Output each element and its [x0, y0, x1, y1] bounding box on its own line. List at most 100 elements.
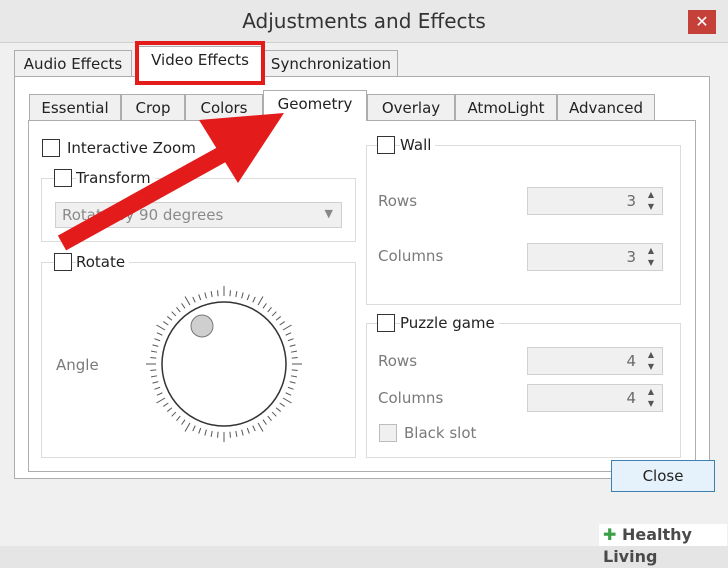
dial-tick: [204, 429, 207, 436]
dial-tick: [166, 407, 173, 412]
dial-tick: [287, 386, 294, 390]
dial-tick: [267, 306, 272, 313]
transform-label: Transform: [76, 169, 155, 187]
spin-up-icon[interactable]: ▲: [644, 245, 658, 257]
dial-tick: [181, 419, 186, 425]
tab-synchronization[interactable]: Synchronization: [264, 50, 398, 77]
dial-tick: [151, 375, 158, 378]
dial-tick: [246, 294, 250, 301]
dial-tick: [217, 431, 219, 438]
tab-label: Crop: [135, 99, 171, 117]
dial-tick: [151, 350, 158, 353]
dial-tick: [154, 386, 161, 390]
dial-tick: [246, 427, 250, 434]
dial-tick: [290, 375, 297, 378]
dial-tick: [150, 357, 157, 359]
dial-tick: [192, 296, 196, 303]
puzzle-rows-value: 4: [626, 352, 636, 370]
interactive-zoom-label: Interactive Zoom: [67, 139, 196, 157]
dial-tick: [271, 311, 277, 317]
dial-tick: [241, 429, 244, 436]
wall-checkbox[interactable]: [377, 136, 395, 154]
transform-checkbox[interactable]: [54, 169, 72, 187]
interactive-zoom-checkbox[interactable]: [42, 139, 60, 157]
dial-tick: [163, 321, 169, 326]
tab-label: Synchronization: [270, 55, 392, 73]
dial-tick: [184, 296, 191, 306]
dial-tick: [152, 381, 159, 384]
dial-tick: [262, 303, 267, 309]
dial-tick: [217, 290, 219, 297]
dial-tick: [282, 324, 292, 331]
tab-advanced[interactable]: Advanced: [557, 94, 655, 121]
dial-tick: [176, 306, 181, 313]
spin-up-icon[interactable]: ▲: [644, 349, 658, 361]
dial-tick: [262, 419, 267, 425]
dial-knob[interactable]: [190, 314, 214, 338]
transform-select[interactable]: Rotate by 90 degrees ▼: [55, 202, 342, 228]
black-slot-checkbox[interactable]: [379, 424, 397, 442]
tab-label: Audio Effects: [23, 55, 123, 73]
spin-up-icon[interactable]: ▲: [644, 386, 658, 398]
tab-label: AtmoLight: [467, 99, 545, 117]
puzzle-checkbox[interactable]: [377, 314, 395, 332]
dial-tick: [210, 430, 213, 437]
close-icon[interactable]: ✕: [688, 10, 716, 34]
spin-down-icon[interactable]: ▼: [644, 398, 658, 410]
tab-audio-effects[interactable]: Audio Effects: [14, 50, 132, 77]
puzzle-columns-stepper[interactable]: 4 ▲ ▼: [527, 384, 663, 412]
dial-tick: [257, 296, 264, 306]
dial-tick: [171, 311, 177, 317]
wall-group: [366, 145, 681, 305]
puzzle-rows-label: Rows: [378, 352, 418, 370]
spin-down-icon[interactable]: ▼: [644, 201, 658, 213]
puzzle-rows-stepper[interactable]: 4 ▲ ▼: [527, 347, 663, 375]
dial-tick: [257, 422, 264, 432]
dial-tick: [192, 425, 196, 432]
wall-rows-stepper[interactable]: 3 ▲ ▼: [527, 187, 663, 215]
dial-tick: [291, 357, 298, 359]
tab-essential[interactable]: Essential: [29, 94, 121, 121]
angle-label: Angle: [56, 356, 99, 374]
spin-down-icon[interactable]: ▼: [644, 361, 658, 373]
dial-tick: [291, 369, 298, 371]
close-button[interactable]: Close: [611, 460, 715, 492]
dial-tick: [229, 431, 231, 438]
dial-tick: [235, 430, 238, 437]
dial-tick: [198, 427, 202, 434]
angle-dial[interactable]: [144, 284, 304, 444]
wall-rows-value: 3: [626, 192, 636, 210]
dial-tick: [156, 392, 163, 396]
dial-tick: [154, 338, 161, 342]
dial-tick: [285, 332, 292, 336]
tab-colors[interactable]: Colors: [185, 94, 263, 121]
dial-tick: [204, 292, 207, 299]
dial-tick: [176, 415, 181, 422]
puzzle-columns-label: Columns: [378, 389, 444, 407]
tab-geometry[interactable]: Geometry: [263, 90, 367, 121]
spin-down-icon[interactable]: ▼: [644, 257, 658, 269]
rotate-checkbox[interactable]: [54, 253, 72, 271]
spin-up-icon[interactable]: ▲: [644, 189, 658, 201]
chevron-down-icon: ▼: [324, 207, 333, 220]
dial-tick: [275, 407, 282, 412]
title-bar: Adjustments and Effects ✕: [0, 0, 728, 42]
dial-tick: [156, 324, 166, 331]
dial-tick: [156, 332, 163, 336]
dial-tick: [156, 397, 166, 404]
black-slot-label: Black slot: [404, 424, 477, 442]
wall-columns-stepper[interactable]: 3 ▲ ▼: [527, 243, 663, 271]
puzzle-label: Puzzle game: [400, 314, 499, 332]
tab-overlay[interactable]: Overlay: [367, 94, 455, 121]
tab-atmolight[interactable]: AtmoLight: [455, 94, 557, 121]
tab-label: Geometry: [277, 95, 353, 113]
wall-label: Wall: [400, 136, 436, 154]
dial-tick: [271, 411, 277, 417]
video-effects-highlight: [135, 41, 265, 85]
tab-crop[interactable]: Crop: [121, 94, 185, 121]
dial-tick: [184, 422, 191, 432]
dial-tick: [279, 321, 285, 326]
tab-label: Overlay: [381, 99, 441, 117]
dial-tick: [252, 296, 256, 303]
dial-tick: [241, 292, 244, 299]
